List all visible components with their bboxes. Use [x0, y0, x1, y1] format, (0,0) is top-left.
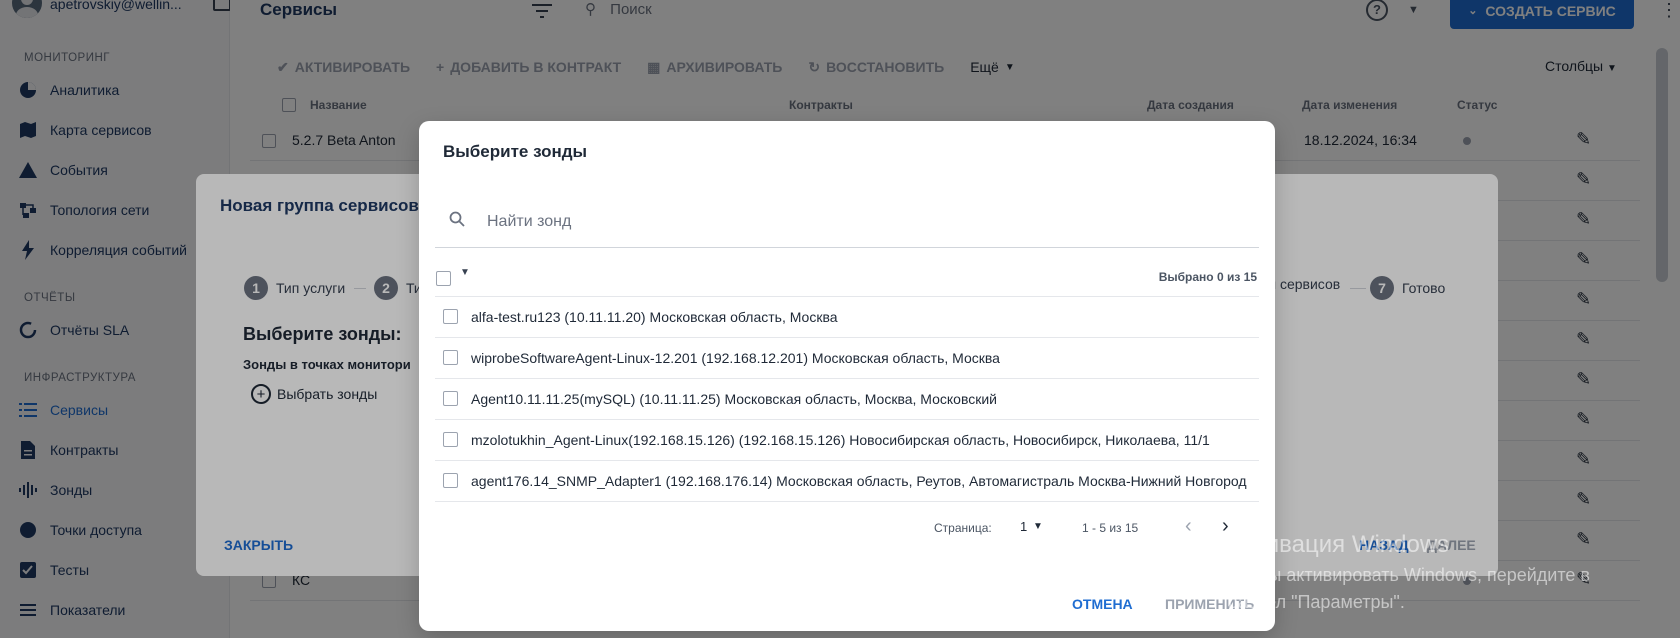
zone-label: Agent10.11.11.25(mySQL) (10.11.11.25) Мо… [471, 391, 998, 407]
windows-activation-line2: раздел "Параметры". [1228, 592, 1405, 612]
selected-count: Выбрано 0 из 15 [1158, 270, 1257, 284]
caret-down-icon[interactable]: ▼ [1033, 521, 1043, 532]
zone-list-header: ▼ Выбрано 0 из 15 [435, 259, 1259, 297]
zone-label: mzolotukhin_Agent-Linux(192.168.15.126) … [471, 432, 1210, 448]
zone-row[interactable]: mzolotukhin_Agent-Linux(192.168.15.126) … [435, 420, 1259, 461]
zone-search-bar [435, 196, 1259, 248]
modal-title: Выберите зонды [443, 142, 588, 161]
zone-row[interactable]: Agent10.11.11.25(mySQL) (10.11.11.25) Мо… [435, 379, 1259, 420]
pager-label: Страница: [934, 521, 992, 535]
select-zones-modal: Выберите зонды ▼ Выбрано 0 из 15 alfa-te… [419, 121, 1275, 631]
zone-row[interactable]: agent176.14_SNMP_Adapter1 (192.168.176.1… [435, 461, 1259, 502]
caret-down-icon[interactable]: ▼ [460, 267, 470, 278]
zone-checkbox[interactable] [443, 473, 458, 488]
windows-activation-line1: Чтобы активировать Windows, перейдите в [1228, 565, 1590, 585]
zone-checkbox[interactable] [443, 391, 458, 406]
zone-label: alfa-test.ru123 (10.11.11.20) Московская… [471, 309, 838, 325]
zone-search-input[interactable] [487, 212, 1207, 231]
search-icon [449, 211, 467, 232]
zone-row[interactable]: alfa-test.ru123 (10.11.11.20) Московская… [435, 297, 1259, 338]
chevron-left-icon[interactable]: ‹ [1185, 515, 1192, 538]
zone-checkbox[interactable] [443, 309, 458, 324]
zone-checkbox[interactable] [443, 350, 458, 365]
zone-label: agent176.14_SNMP_Adapter1 (192.168.176.1… [471, 473, 1247, 489]
page-select[interactable]: 1 [1020, 519, 1027, 534]
select-all-checkbox[interactable] [436, 271, 451, 286]
zone-row[interactable]: wiprobeSoftwareAgent-Linux-12.201 (192.1… [435, 338, 1259, 379]
zone-label: wiprobeSoftwareAgent-Linux-12.201 (192.1… [471, 350, 1000, 366]
cancel-button[interactable]: ОТМЕНА [1072, 596, 1133, 612]
pager-range: 1 - 5 из 15 [1082, 521, 1139, 535]
zone-checkbox[interactable] [443, 432, 458, 447]
windows-activation-title: Активация Windows [1228, 531, 1450, 558]
